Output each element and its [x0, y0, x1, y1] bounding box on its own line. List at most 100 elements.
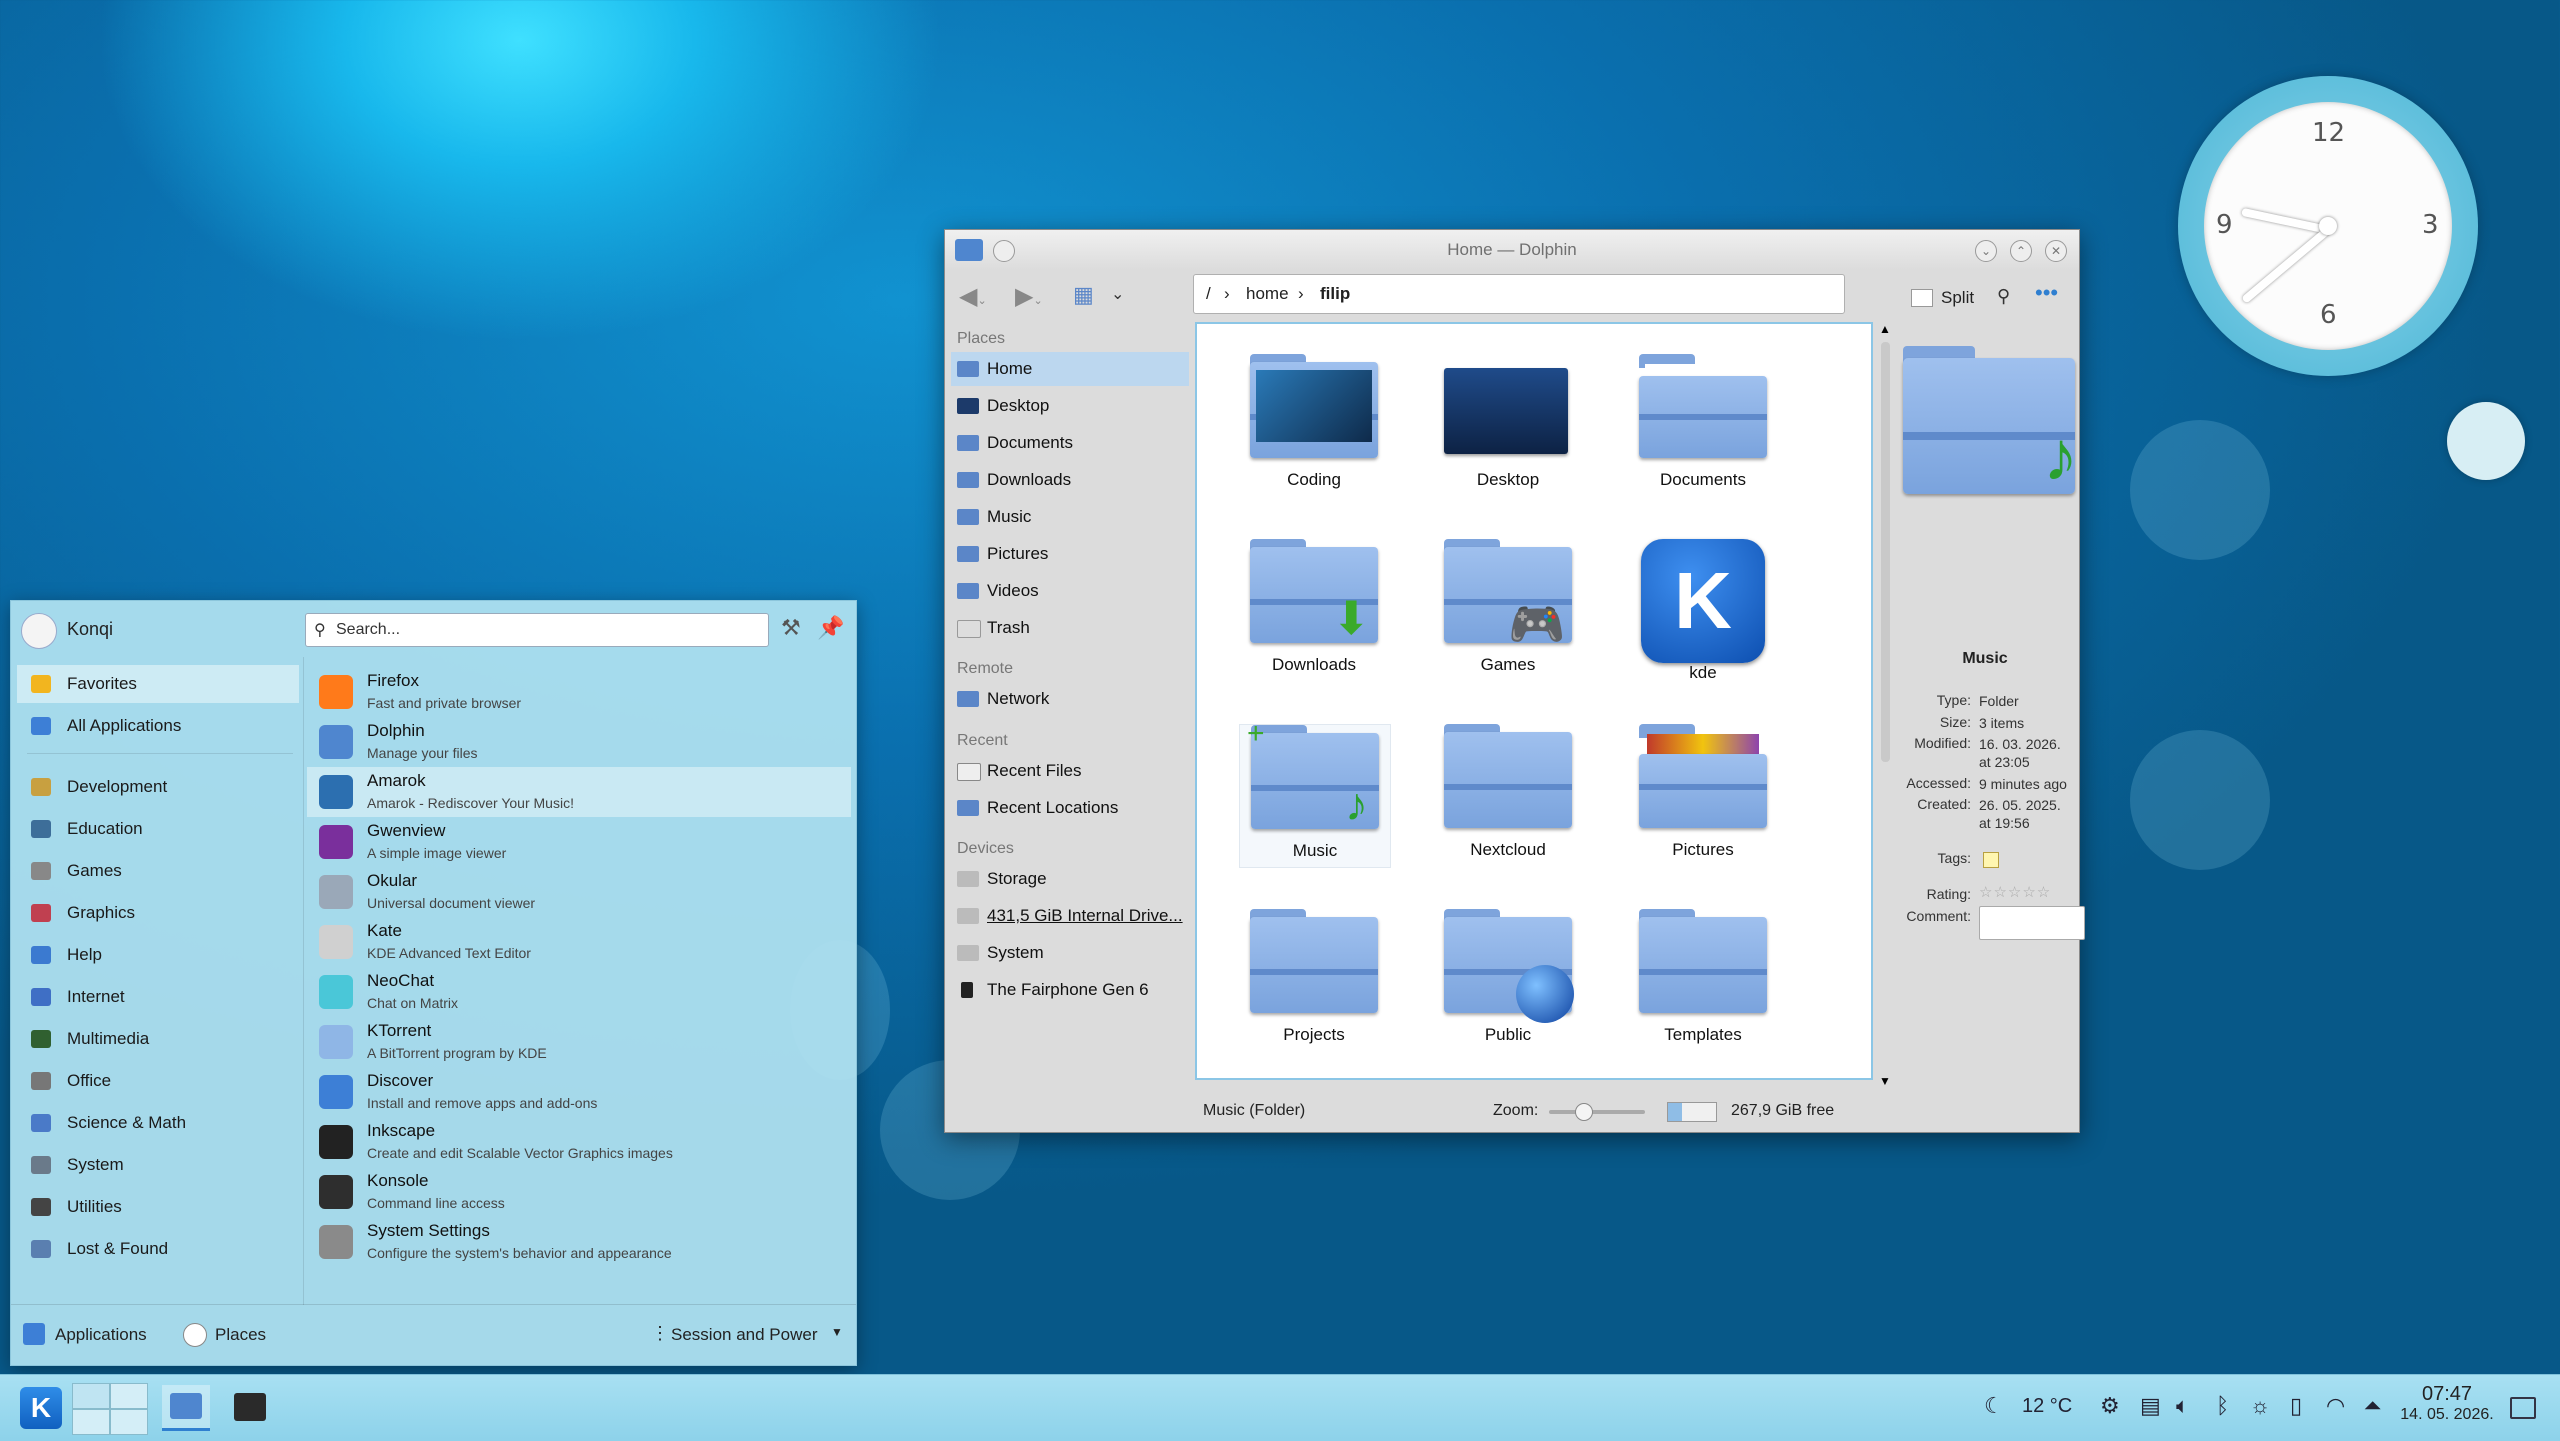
app-item-konsole[interactable]: Konsole Command line access [307, 1167, 851, 1217]
places-item-internal-drive[interactable]: 431,5 GiB Internal Drive... [951, 899, 1189, 933]
category-games[interactable]: Games [17, 852, 299, 890]
maximize-button[interactable]: ⌃ [2010, 240, 2032, 262]
file-item[interactable]: Templates [1628, 909, 1778, 1045]
places-item-network[interactable]: Network [951, 682, 1189, 716]
file-item[interactable]: Projects [1239, 909, 1389, 1045]
category-education[interactable]: Education [17, 810, 299, 848]
clipboard-icon[interactable]: ▤ [2140, 1393, 2161, 1419]
places-item-phone[interactable]: The Fairphone Gen 6 [951, 973, 1189, 1007]
file-item[interactable]: Nextcloud [1433, 724, 1583, 860]
taskbar-konsole-button[interactable] [226, 1385, 274, 1431]
avatar[interactable] [21, 613, 57, 649]
file-item[interactable]: Desktop [1433, 354, 1583, 490]
file-item[interactable]: Pictures [1628, 724, 1778, 860]
application-launcher[interactable]: Konqi ⚲ Search... ⚒ 📌 Favorites All Appl… [10, 600, 857, 1366]
back-icon[interactable]: ◀⌄ [959, 282, 987, 311]
digital-clock[interactable]: 07:47 14. 05. 2026. [2392, 1383, 2502, 1424]
category-system[interactable]: System [17, 1146, 299, 1184]
minimize-button[interactable]: ⌄ [1975, 240, 1997, 262]
split-button[interactable]: Split [1941, 288, 1974, 308]
category-office[interactable]: Office [17, 1062, 299, 1100]
view-mode-icon[interactable]: ▦ [1073, 282, 1094, 308]
device-icon[interactable]: ▯ [2290, 1393, 2302, 1419]
rating-stars[interactable]: ☆☆☆☆☆ [1979, 883, 2051, 901]
more-options-icon[interactable]: ••• [2035, 280, 2058, 306]
weather-temperature[interactable]: 12 °C [2022, 1395, 2072, 1418]
vertical-scrollbar[interactable]: ▲ ▼ [1877, 322, 1895, 1092]
expand-tray-icon[interactable]: ⏶ [2364, 1393, 2382, 1419]
desktop-widget-handle[interactable] [2447, 402, 2525, 480]
volume-icon[interactable]: 🔈︎ [2176, 1393, 2189, 1419]
file-item[interactable]: Coding [1239, 354, 1389, 490]
app-item-kate[interactable]: Kate KDE Advanced Text Editor [307, 917, 851, 967]
file-item-selected[interactable]: ♪ + Music [1239, 717, 1391, 868]
comment-field[interactable] [1979, 906, 2085, 940]
app-item-neochat[interactable]: NeoChat Chat on Matrix [307, 967, 851, 1017]
file-item[interactable]: Public [1433, 909, 1583, 1045]
app-item-amarok[interactable]: Amarok Amarok - Rediscover Your Music! [307, 767, 851, 817]
chevron-down-icon[interactable]: ⌄ [1111, 284, 1124, 304]
category-graphics[interactable]: Graphics [17, 894, 299, 932]
scroll-down-icon[interactable]: ▼ [1879, 1074, 1891, 1088]
app-item-gwenview[interactable]: Gwenview A simple image viewer [307, 817, 851, 867]
category-development[interactable]: Development [17, 768, 299, 806]
analog-clock-widget[interactable]: 12 3 6 9 [2178, 76, 2478, 376]
category-all-applications[interactable]: All Applications [17, 707, 299, 745]
show-desktop-icon[interactable] [2510, 1397, 2536, 1419]
tag-icon[interactable] [1983, 852, 1999, 868]
places-item-recent-files[interactable]: Recent Files [951, 754, 1189, 788]
places-item-desktop[interactable]: Desktop [951, 389, 1189, 423]
forward-icon[interactable]: ▶⌄ [1015, 282, 1043, 311]
breadcrumb-item[interactable]: filip [1320, 284, 1350, 304]
file-item[interactable]: ⬇ Downloads [1239, 539, 1389, 675]
brightness-icon[interactable]: ☼ [2250, 1393, 2270, 1419]
category-help[interactable]: Help [17, 936, 299, 974]
zoom-slider-handle[interactable] [1574, 1103, 1593, 1121]
search-field[interactable]: ⚲ Search... [305, 613, 769, 647]
category-favorites[interactable]: Favorites [17, 665, 299, 703]
app-item-discover[interactable]: Discover Install and remove apps and add-… [307, 1067, 851, 1117]
places-item-downloads[interactable]: Downloads [951, 463, 1189, 497]
split-icon[interactable] [1911, 289, 1933, 307]
weather-moon-icon[interactable]: ☾ [1984, 1393, 2004, 1419]
category-lost-found[interactable]: Lost & Found [17, 1230, 299, 1268]
search-icon[interactable]: ⚲ [1997, 286, 2010, 307]
breadcrumb[interactable]: / › home › filip [1193, 274, 1845, 314]
launcher-button[interactable]: K [20, 1387, 62, 1429]
wifi-icon[interactable]: ◠ [2326, 1393, 2345, 1419]
places-item-storage[interactable]: Storage [951, 862, 1189, 896]
configure-icon[interactable]: ⚒ [781, 615, 801, 641]
scrollbar-thumb[interactable] [1881, 342, 1890, 762]
dolphin-window[interactable]: Home — Dolphin ⌄ ⌃ ✕ ◀⌄ ▶⌄ ▦ ⌄ Split ⚲ •… [944, 229, 2085, 1133]
app-item-dolphin[interactable]: Dolphin Manage your files [307, 717, 851, 767]
zoom-slider[interactable] [1549, 1110, 1645, 1114]
close-button[interactable]: ✕ [2045, 240, 2067, 262]
app-item-okular[interactable]: Okular Universal document viewer [307, 867, 851, 917]
places-item-recent-locations[interactable]: Recent Locations [951, 791, 1189, 825]
window-titlebar[interactable]: Home — Dolphin ⌄ ⌃ ✕ [945, 230, 2079, 270]
scroll-up-icon[interactable]: ▲ [1879, 322, 1891, 336]
settings-icon[interactable]: ⚙ [2100, 1393, 2120, 1419]
places-item-documents[interactable]: Documents [951, 426, 1189, 460]
file-item[interactable]: Documents [1628, 354, 1778, 490]
places-item-music[interactable]: Music [951, 500, 1189, 534]
file-item[interactable]: Kkde [1628, 539, 1778, 683]
pin-icon[interactable]: 📌 [817, 615, 844, 641]
places-item-trash[interactable]: Trash [951, 611, 1189, 645]
session-power-button[interactable]: ⋮ Session and Power ▼ [651, 1319, 851, 1351]
category-utilities[interactable]: Utilities [17, 1188, 299, 1226]
places-item-system[interactable]: System [951, 936, 1189, 970]
places-item-home[interactable]: Home [951, 352, 1189, 386]
taskbar-dolphin-button[interactable] [162, 1385, 210, 1431]
breadcrumb-item[interactable]: home [1246, 284, 1289, 304]
file-view[interactable]: Coding Desktop Documents ⬇ Downloads 🎮 Gam… [1195, 322, 1873, 1080]
app-item-system-settings[interactable]: System Settings Configure the system's be… [307, 1217, 851, 1267]
breadcrumb-root[interactable]: / [1206, 284, 1211, 304]
virtual-desktop-pager[interactable] [72, 1383, 148, 1435]
app-item-inkscape[interactable]: Inkscape Create and edit Scalable Vector … [307, 1117, 851, 1167]
category-internet[interactable]: Internet [17, 978, 299, 1016]
places-item-videos[interactable]: Videos [951, 574, 1189, 608]
category-multimedia[interactable]: Multimedia [17, 1020, 299, 1058]
app-item-ktorrent[interactable]: KTorrent A BitTorrent program by KDE [307, 1017, 851, 1067]
bluetooth-icon[interactable]: ᛒ [2216, 1393, 2229, 1419]
